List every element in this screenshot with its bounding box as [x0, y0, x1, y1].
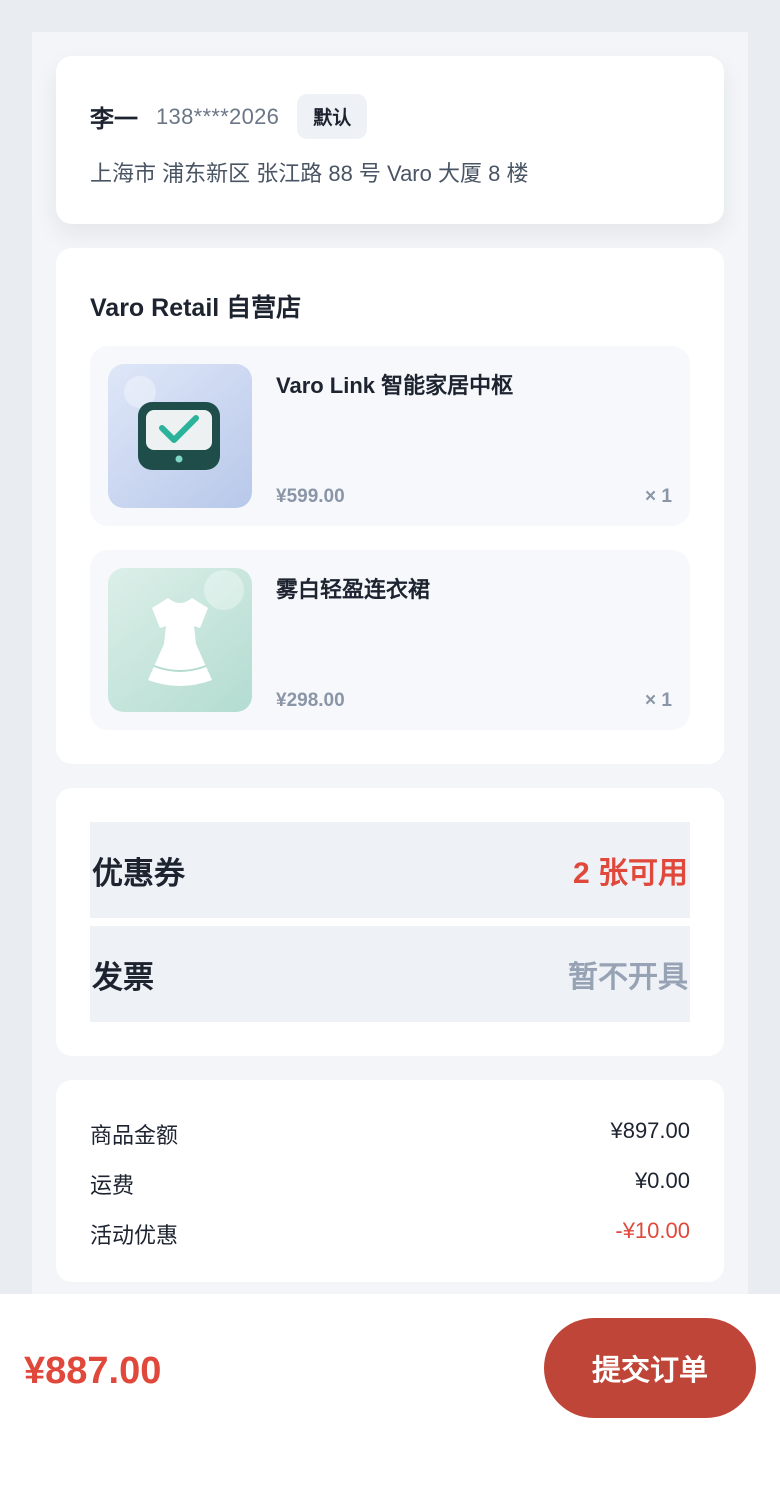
address-contact-line: 李一 138****2026 默认	[90, 94, 368, 139]
order-total: ¥887.00	[24, 1350, 162, 1392]
discount-value: -¥10.00	[615, 1218, 690, 1243]
dress-icon	[108, 568, 252, 712]
invoice-label: 发票	[92, 959, 154, 995]
discount-label: 活动优惠	[90, 1223, 179, 1248]
shipping-row: 运费 ¥0.00	[90, 1168, 690, 1200]
invoice-value: 暂不开具	[568, 961, 688, 994]
checkout-bottom-bar: ¥887.00 提交订单	[0, 1294, 780, 1506]
recipient-phone: 138****2026	[156, 103, 280, 129]
default-address-badge: 默认	[297, 94, 368, 139]
shipping-label: 运费	[90, 1173, 135, 1198]
price-summary-card: 商品金额 ¥897.00 运费 ¥0.00 活动优惠 -¥10.00	[56, 1080, 724, 1282]
product-title: 雾白轻盈连衣裙	[276, 577, 431, 602]
smart-hub-device-icon	[108, 364, 252, 508]
product-item[interactable]: 雾白轻盈连衣裙 ¥298.00 × 1	[90, 550, 690, 730]
recipient-name: 李一	[90, 106, 138, 133]
checkout-page: 李一 138****2026 默认 上海市 浦东新区 张江路 88 号 Varo…	[32, 32, 748, 1294]
order-options-card: 优惠券 2 张可用 发票 暂不开具	[56, 788, 724, 1056]
store-card: Varo Retail 自营店 Varo Link 智能家居中枢 ¥599.00…	[56, 248, 724, 764]
discount-row: 活动优惠 -¥10.00	[90, 1218, 690, 1250]
shipping-value: ¥0.00	[634, 1168, 690, 1193]
address-card[interactable]: 李一 138****2026 默认 上海市 浦东新区 张江路 88 号 Varo…	[56, 56, 724, 224]
goods-amount-value: ¥897.00	[610, 1118, 690, 1143]
store-name: Varo Retail 自营店	[90, 294, 302, 322]
goods-amount-row: 商品金额 ¥897.00	[90, 1118, 690, 1150]
coupon-value: 2 张可用	[572, 857, 688, 890]
coupon-label: 优惠券	[92, 855, 185, 891]
goods-amount-label: 商品金额	[90, 1123, 179, 1148]
product-quantity: × 1	[645, 690, 672, 711]
address-detail: 上海市 浦东新区 张江路 88 号 Varo 大厦 8 楼	[90, 161, 529, 186]
coupon-row[interactable]: 优惠券 2 张可用	[90, 822, 690, 918]
product-title: Varo Link 智能家居中枢	[276, 373, 514, 398]
submit-order-button[interactable]: 提交订单	[544, 1318, 756, 1418]
product-price: ¥599.00	[276, 486, 345, 507]
product-item[interactable]: Varo Link 智能家居中枢 ¥599.00 × 1	[90, 346, 690, 526]
product-price: ¥298.00	[276, 690, 345, 711]
invoice-row[interactable]: 发票 暂不开具	[90, 926, 690, 1022]
product-quantity: × 1	[645, 486, 672, 507]
